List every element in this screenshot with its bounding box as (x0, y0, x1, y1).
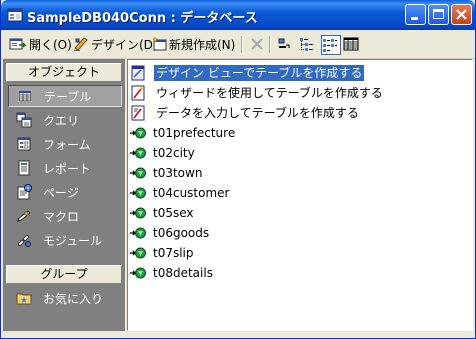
favorites-folder-icon (16, 293, 32, 305)
delete-button[interactable] (249, 34, 267, 54)
delete-icon (251, 38, 263, 50)
small-icons-icon (300, 38, 313, 51)
sidebar-item-forms[interactable]: フォーム (8, 133, 122, 155)
table-name: t07slip (153, 246, 194, 260)
new-button[interactable]: 新規作成(N) (151, 34, 235, 54)
table-row[interactable]: t02city (130, 143, 197, 163)
table-row[interactable]: t05sex (130, 203, 196, 223)
table-name: t01prefecture (153, 126, 236, 140)
toolbar: 開く(O) デザイン(D) 新規作成(N) (1, 30, 475, 59)
table-row[interactable]: t07slip (130, 243, 196, 263)
close-button[interactable] (451, 4, 472, 25)
groups-group-button[interactable]: グループ (6, 265, 122, 284)
object-list: デザイン ビューでテーブルを作成する ウィザードを使用してテーブルを作成する デ… (127, 59, 473, 331)
sidebar-item-macros[interactable]: マクロ (8, 205, 122, 227)
list-item-create-wizard[interactable]: ウィザードを使用してテーブルを作成する (130, 83, 385, 103)
small-icons-view-button[interactable] (299, 34, 317, 54)
list-item-label: データを入力してテーブルを作成する (156, 106, 359, 120)
list-item-label: ウィザードを使用してテーブルを作成する (156, 86, 383, 100)
new-label: 新規作成(N) (169, 37, 236, 52)
list-item-create-datasheet[interactable]: データを入力してテーブルを作成する (130, 103, 361, 123)
window-title: SampleDB040Conn : データベース (27, 11, 258, 26)
linked-table-icon (130, 147, 146, 159)
open-button[interactable]: 開く(O) (9, 34, 72, 54)
sidebar-item-label: クエリ (43, 113, 80, 128)
linked-table-icon (130, 267, 146, 279)
report-icon (18, 160, 30, 176)
list-view-icon (323, 39, 337, 52)
new-icon (151, 36, 167, 51)
table-name: t05sex (153, 206, 194, 220)
form-icon (17, 137, 31, 151)
sidebar-item-label: マクロ (43, 209, 80, 224)
sidebar-item-label: テーブル (44, 89, 92, 104)
linked-table-icon (130, 227, 146, 239)
large-icons-view-button[interactable] (277, 34, 295, 54)
sidebar-item-label: フォーム (43, 137, 91, 152)
object-bar: オブジェクト テーブル クエリ フォーム レポート ページ マクロ モジュール … (3, 59, 125, 331)
details-view-button[interactable] (343, 34, 361, 54)
sidebar-item-label: モジュール (43, 233, 103, 248)
list-item-create-design[interactable]: デザイン ビューでテーブルを作成する (130, 63, 365, 83)
details-view-icon (343, 37, 359, 51)
database-window: SampleDB040Conn : データベース 開く(O) デザイン(D) 新… (0, 0, 476, 339)
query-icon (16, 112, 32, 128)
sidebar-item-modules[interactable]: モジュール (8, 229, 122, 251)
sidebar-item-label: レポート (43, 161, 92, 176)
linked-table-icon (130, 187, 146, 199)
table-name: t03town (153, 166, 203, 180)
open-icon (9, 38, 27, 50)
design-label: デザイン(D) (91, 37, 158, 52)
maximize-button[interactable] (428, 4, 449, 25)
sidebar-item-favorites[interactable]: お気に入り (8, 287, 122, 309)
table-name: t02city (153, 146, 195, 160)
table-row[interactable]: t03town (130, 163, 204, 183)
linked-table-icon (130, 127, 146, 139)
objects-group-button[interactable]: オブジェクト (6, 63, 122, 82)
close-icon (456, 9, 467, 20)
linked-table-icon (130, 247, 146, 259)
sidebar-item-reports[interactable]: レポート (8, 157, 122, 179)
sidebar-item-pages[interactable]: ページ (8, 181, 122, 203)
table-name: t08details (153, 266, 213, 280)
database-window-icon (7, 8, 23, 22)
linked-table-icon (130, 167, 146, 179)
minimize-button[interactable] (405, 4, 426, 25)
window-bottom-edge (1, 331, 475, 338)
table-name: t06goods (153, 226, 210, 240)
linked-table-icon (130, 207, 146, 219)
table-row[interactable]: t08details (130, 263, 215, 283)
sidebar-item-queries[interactable]: クエリ (8, 109, 122, 131)
toolbar-separator-2 (269, 36, 271, 53)
toolbar-separator (241, 36, 243, 53)
table-row[interactable]: t06goods (130, 223, 211, 243)
list-item-label: デザイン ビューでテーブルを作成する (154, 65, 365, 81)
module-icon (17, 234, 31, 247)
table-icon (18, 90, 32, 102)
sidebar-item-label: ページ (43, 185, 79, 200)
title-bar[interactable]: SampleDB040Conn : データベース (1, 0, 475, 30)
open-label: 開く(O) (29, 37, 72, 52)
maximize-icon (433, 9, 444, 19)
minimize-icon (411, 17, 418, 20)
macro-icon (17, 210, 31, 222)
table-name: t04customer (153, 186, 230, 200)
list-view-button[interactable] (321, 35, 341, 55)
design-icon (74, 37, 88, 51)
table-row[interactable]: t01prefecture (130, 123, 237, 143)
large-icons-icon (278, 38, 290, 48)
table-row[interactable]: t04customer (130, 183, 231, 203)
create-table-wizard-icon (131, 85, 145, 101)
create-table-datasheet-icon (131, 105, 145, 121)
page-icon (17, 184, 32, 200)
design-button[interactable]: デザイン(D) (73, 34, 158, 54)
sidebar-item-tables[interactable]: テーブル (8, 85, 122, 107)
create-table-design-icon (131, 65, 145, 81)
sidebar-item-label: お気に入り (43, 291, 104, 306)
